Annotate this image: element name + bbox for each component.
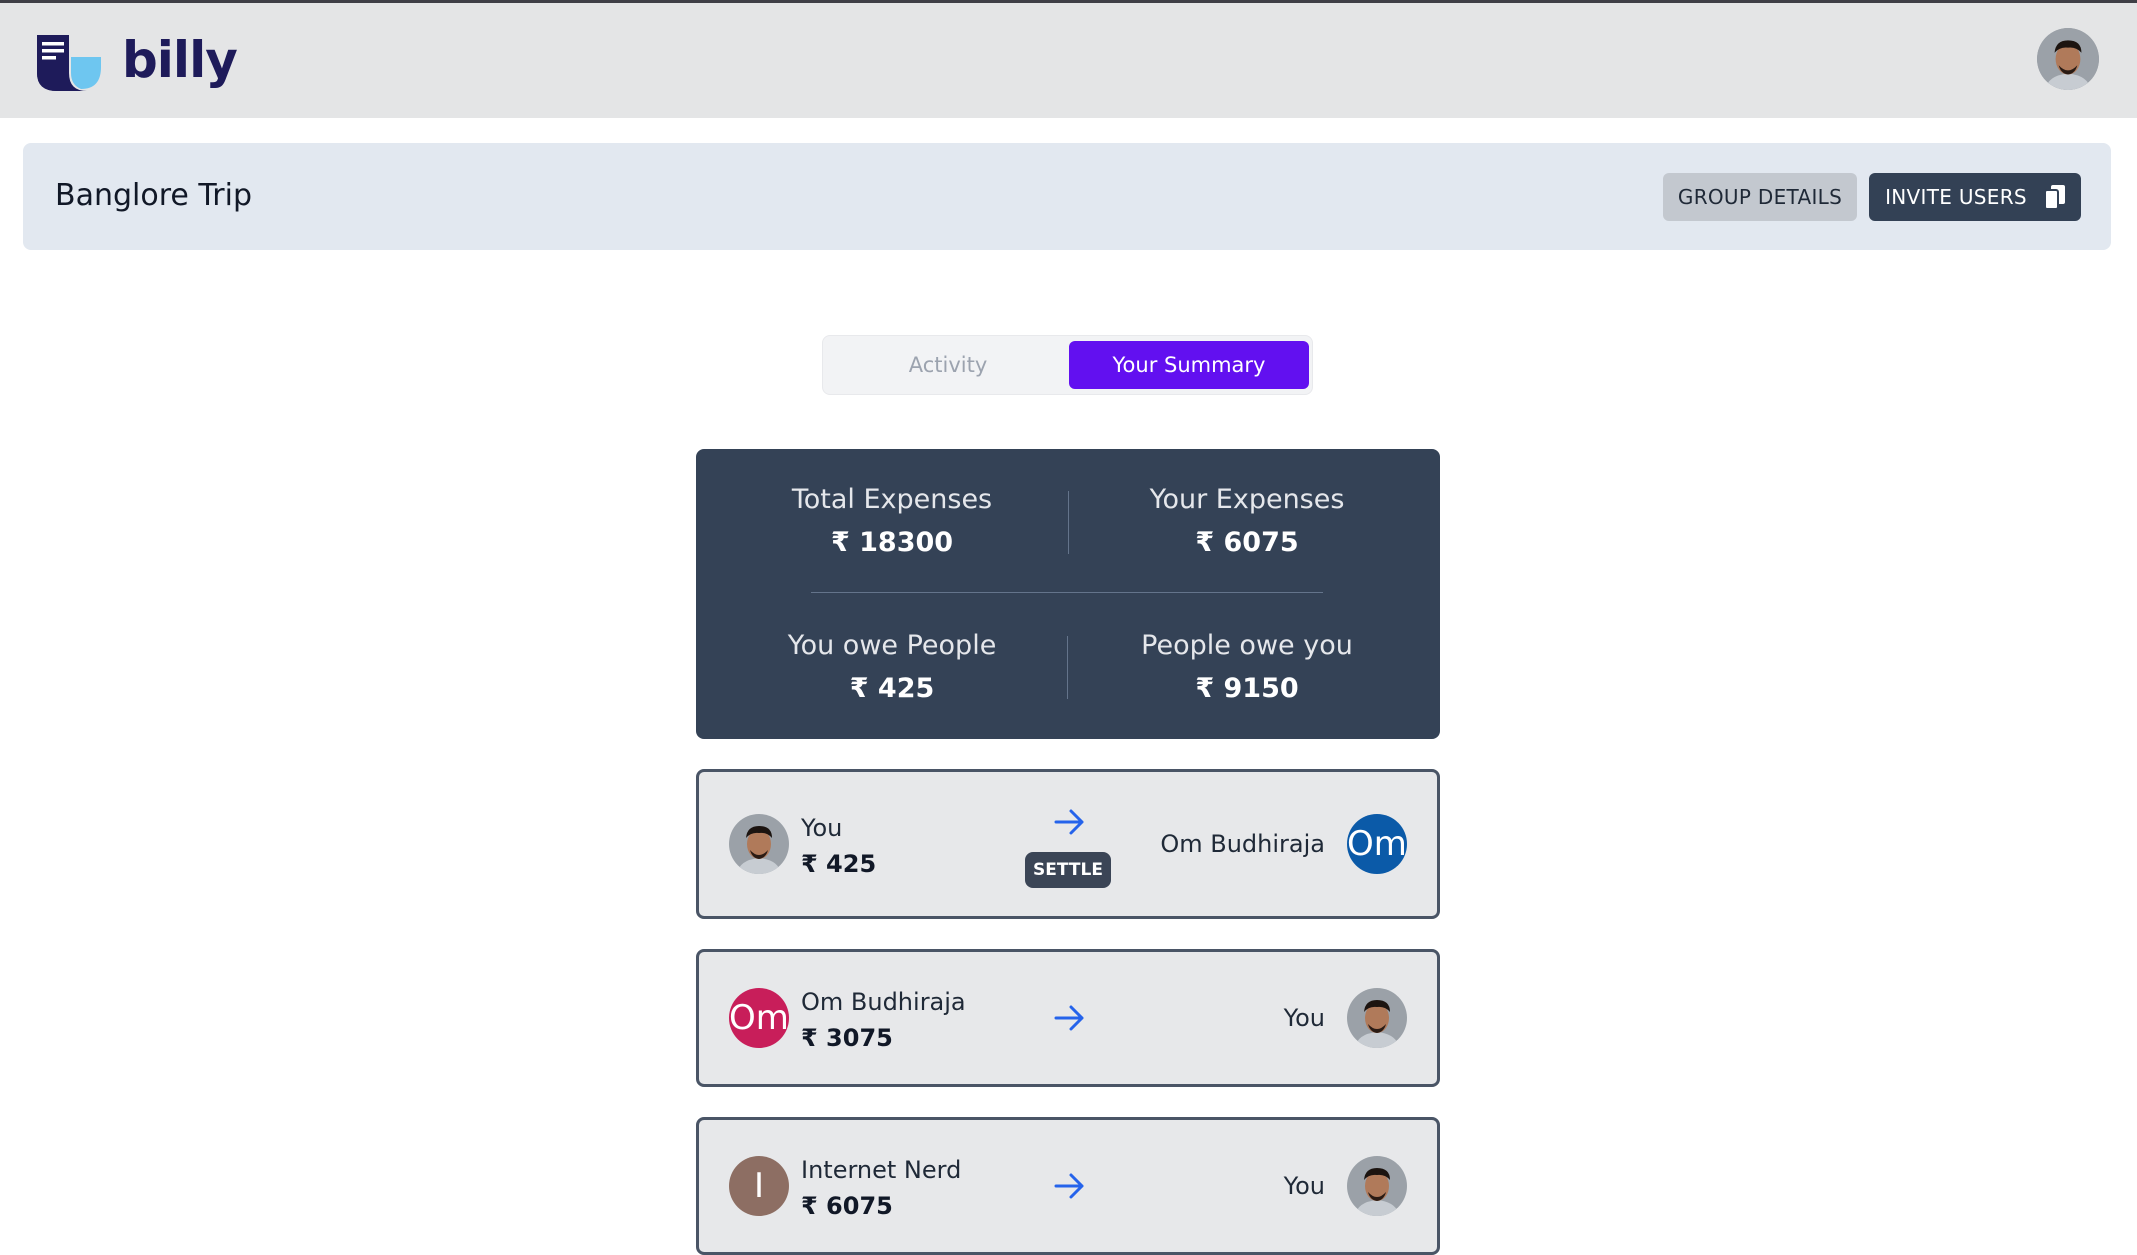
from-name: Internet Nerd bbox=[801, 1156, 962, 1184]
your-expenses-stat: Your Expenses ₹ 6075 bbox=[1077, 484, 1417, 558]
brand-name[interactable]: billy bbox=[122, 31, 238, 89]
group-title: Banglore Trip bbox=[55, 178, 253, 213]
group-details-label: GROUP DETAILS bbox=[1677, 185, 1843, 209]
invite-users-button[interactable]: INVITE USERS bbox=[1869, 173, 2081, 221]
navbar: billy bbox=[0, 3, 2137, 118]
settle-button[interactable]: SETTLE bbox=[1025, 852, 1111, 888]
tab-your-summary[interactable]: Your Summary bbox=[1069, 341, 1309, 389]
invite-users-label: INVITE USERS bbox=[1885, 185, 2027, 209]
divider bbox=[1067, 636, 1068, 699]
total-expenses-value: ₹ 18300 bbox=[830, 527, 954, 558]
user-avatar bbox=[1347, 1156, 1407, 1216]
view-tabs: Activity Your Summary bbox=[822, 335, 1313, 395]
from-name: You bbox=[801, 814, 843, 842]
your-expenses-value: ₹ 6075 bbox=[1195, 527, 1299, 558]
divider bbox=[1068, 491, 1069, 554]
total-expenses-label: Total Expenses bbox=[791, 484, 993, 515]
group-header: Banglore Trip GROUP DETAILS INVITE USERS bbox=[23, 143, 2111, 250]
amount: ₹ 425 bbox=[801, 850, 877, 878]
user-avatar bbox=[729, 814, 789, 874]
user-avatar[interactable] bbox=[2037, 28, 2099, 90]
to-name: You bbox=[1283, 1004, 1325, 1032]
summary-card: Total Expenses ₹ 18300 Your Expenses ₹ 6… bbox=[696, 449, 1440, 739]
settlement-card: You ₹ 425 SETTLE Om Budhiraja Om bbox=[696, 769, 1440, 919]
user-avatar bbox=[1347, 988, 1407, 1048]
people-owe-value: ₹ 9150 bbox=[1195, 673, 1299, 704]
amount: ₹ 6075 bbox=[801, 1192, 893, 1220]
settlement-card: Om Om Budhiraja ₹ 3075 You bbox=[696, 949, 1440, 1087]
settlement-card: I Internet Nerd ₹ 6075 You bbox=[696, 1117, 1440, 1255]
to-name: You bbox=[1283, 1172, 1325, 1200]
avatar: I bbox=[729, 1156, 789, 1216]
you-owe-stat: You owe People ₹ 425 bbox=[722, 630, 1062, 704]
total-expenses-stat: Total Expenses ₹ 18300 bbox=[722, 484, 1062, 558]
you-owe-value: ₹ 425 bbox=[849, 673, 935, 704]
tab-activity[interactable]: Activity bbox=[828, 341, 1068, 389]
arrow-right-icon bbox=[1054, 1005, 1084, 1031]
group-details-button[interactable]: GROUP DETAILS bbox=[1663, 173, 1857, 221]
people-owe-stat: People owe you ₹ 9150 bbox=[1077, 630, 1417, 704]
arrow-right-icon bbox=[1054, 809, 1084, 835]
you-owe-label: You owe People bbox=[787, 630, 997, 661]
copy-icon bbox=[2044, 185, 2065, 209]
your-expenses-label: Your Expenses bbox=[1149, 484, 1345, 515]
avatar: Om bbox=[1347, 814, 1407, 874]
from-name: Om Budhiraja bbox=[801, 988, 966, 1016]
avatar: Om bbox=[729, 988, 789, 1048]
arrow-right-icon bbox=[1054, 1173, 1084, 1199]
amount: ₹ 3075 bbox=[801, 1024, 893, 1052]
divider bbox=[811, 592, 1323, 593]
billy-logo-icon[interactable] bbox=[35, 33, 105, 93]
to-name: Om Budhiraja bbox=[1160, 830, 1325, 858]
people-owe-label: People owe you bbox=[1141, 630, 1353, 661]
